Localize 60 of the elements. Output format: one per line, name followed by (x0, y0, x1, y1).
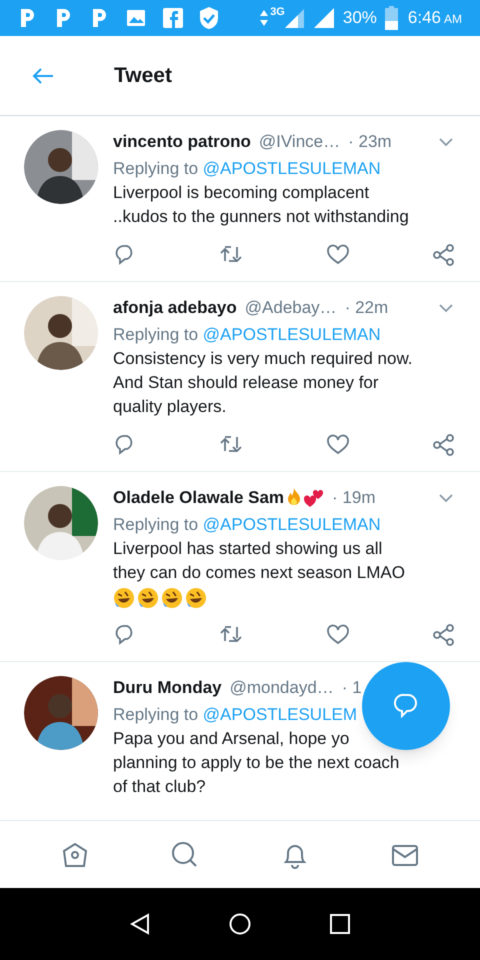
chevron-down-icon[interactable] (438, 137, 454, 147)
clock-ampm: AM (444, 11, 462, 28)
mention-link[interactable]: @APOSTLESULEMAN (202, 325, 381, 344)
mention-link[interactable]: @APOSTLESULEM (202, 705, 358, 724)
replying-label: Replying to (113, 325, 198, 344)
heart-icon[interactable] (326, 623, 350, 647)
battery-icon (384, 6, 398, 30)
hearts-icon (304, 487, 324, 509)
replying-label: Replying to (113, 705, 198, 724)
tweet-time: · 19m (332, 487, 376, 510)
back-arrow-icon (32, 66, 54, 84)
user-handle: @IVince… (258, 131, 340, 154)
share-icon[interactable] (432, 433, 456, 457)
recents-square-icon[interactable] (330, 914, 350, 934)
heart-icon[interactable] (326, 243, 350, 267)
tweet-text-line: of that club? (113, 776, 206, 798)
tweet-text-line: planning to apply to be the next coach (113, 752, 400, 774)
tweet-text: Consistency is very much required now. And Stan should release money for quality players. (113, 348, 414, 418)
app-notification-icon (54, 7, 72, 29)
laughing-emoji-icon (113, 587, 135, 609)
user-name: Oladele Olawale Sam (113, 487, 284, 510)
user-name: vincento patrono (113, 131, 251, 154)
clock-time: 6:46 (408, 7, 441, 30)
shield-check-icon (198, 6, 220, 30)
replying-label: Replying to (113, 159, 198, 178)
signal-icon (312, 7, 335, 29)
user-name: Duru Monday (113, 677, 222, 700)
search-icon[interactable] (171, 840, 199, 868)
image-icon (126, 8, 146, 28)
share-icon[interactable] (432, 623, 456, 647)
tweet-text-line: Papa you and Arsenal, hope yo (113, 728, 350, 750)
home-circle-icon[interactable] (228, 913, 251, 935)
home-icon[interactable] (61, 840, 89, 868)
user-handle: @Adebay… (244, 297, 337, 320)
chevron-down-icon[interactable] (438, 303, 454, 313)
back-triangle-icon[interactable] (130, 913, 150, 935)
replying-label: Replying to (113, 515, 198, 534)
app-notification-icon (18, 7, 36, 29)
heart-icon[interactable] (326, 433, 350, 457)
user-handle: @mondayd… (230, 677, 334, 700)
tweet-time: · 22m (344, 297, 388, 320)
user-name: afonja adebayo (113, 297, 237, 320)
chevron-down-icon[interactable] (438, 493, 454, 503)
battery-percent: 30% (342, 7, 377, 30)
tweet-text: Liverpool is becoming complacent ..kudos to the gunners not withstanding (113, 182, 410, 228)
tweet-time: · 23m (348, 131, 392, 154)
laughing-emoji-icon (161, 587, 183, 609)
mention-link[interactable]: @APOSTLESULEMAN (202, 159, 381, 178)
app-notification-icon (90, 7, 108, 29)
share-icon[interactable] (432, 243, 456, 267)
facebook-icon (162, 7, 184, 29)
mention-link[interactable]: @APOSTLESULEMAN (202, 515, 381, 534)
screen-title: Tweet (114, 62, 172, 89)
signal-icon (284, 7, 305, 29)
tweet-time: · 1 (342, 677, 362, 700)
network-type: 3G (270, 5, 285, 20)
laughing-emoji-icon (185, 587, 207, 609)
laughing-emoji-icon (137, 587, 159, 609)
speech-bubble-icon (393, 693, 419, 719)
tweet-text: Liverpool has started showing us all they can do comes next season LMAO (113, 538, 406, 584)
